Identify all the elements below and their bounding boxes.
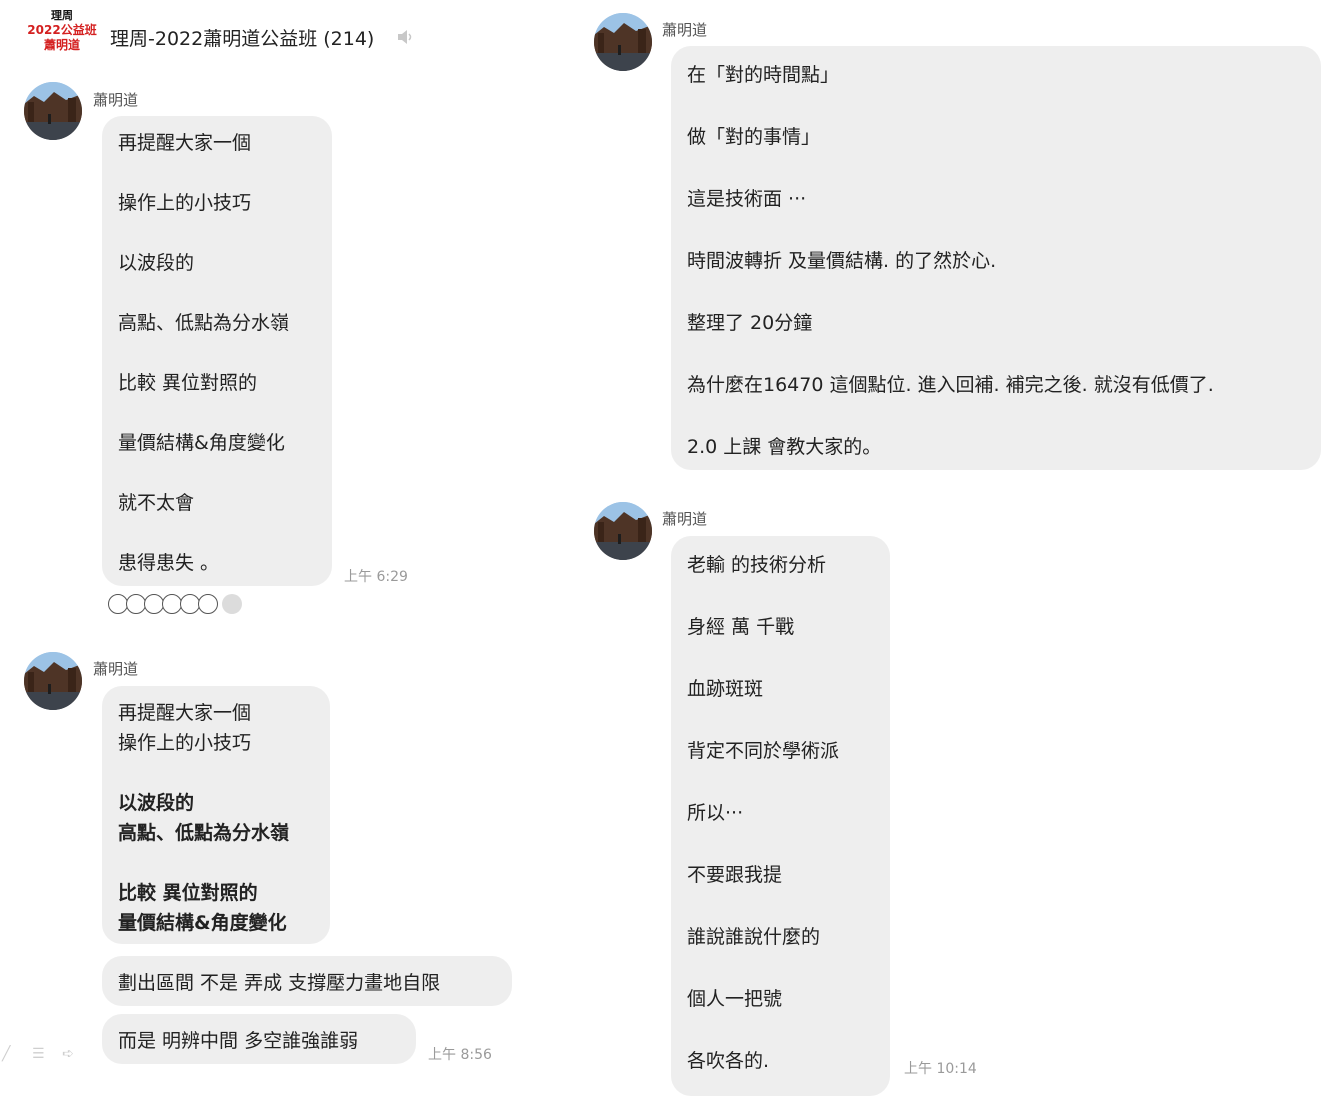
reaction-bar[interactable] [106, 592, 246, 616]
message-line: 在「對的時間點」 [687, 64, 840, 86]
message-line: 再提醒大家一個 [118, 132, 252, 154]
message-line: 背定不同於學術派 [687, 740, 840, 762]
message-line: 比較 異位對照的 [118, 372, 258, 394]
message-line: 誰說誰說什麼的 [687, 926, 821, 948]
sender-name: 蕭明道 [662, 21, 708, 39]
message-line: 高點、低點為分水嶺 [118, 312, 290, 334]
forward-icon[interactable]: ➪ [62, 1046, 74, 1062]
message-line: 整理了 20分鐘 [687, 312, 813, 334]
message-line: 為什麼在16470 這個點位. 進入回補. 補完之後. 就沒有低價了. [687, 374, 1214, 396]
message-line: 操作上的小技巧 [118, 192, 252, 214]
logo-line-1: 理周 [51, 9, 73, 22]
message-bubble[interactable]: 再提醒大家一個 操作上的小技巧 以波段的 高點、低點為分水嶺 比較 異位對照的 … [102, 686, 330, 944]
emoji-reaction-icon[interactable] [198, 594, 218, 614]
message-line: 高點、低點為分水嶺 [118, 822, 290, 844]
sender-name: 蕭明道 [93, 660, 139, 678]
sender-name: 蕭明道 [662, 510, 708, 528]
timestamp: 上午 6:29 [344, 569, 408, 585]
sender-name: 蕭明道 [93, 91, 139, 109]
speaker-icon[interactable] [396, 28, 416, 46]
message-line: 個人一把號 [687, 988, 783, 1010]
message-line: 不要跟我提 [687, 864, 783, 886]
avatar[interactable] [24, 82, 82, 140]
list-icon[interactable]: ☰ [32, 1046, 45, 1062]
message-line: 量價結構&角度變化 [118, 912, 287, 934]
message-line: 以波段的 [118, 252, 195, 274]
group-title[interactable]: 理周-2022蕭明道公益班 (214) [110, 24, 374, 51]
message-bubble[interactable]: 老輸 的技術分析 身經 萬 千戰 血跡斑斑 背定不同於學術派 所以··· 不要跟… [671, 536, 890, 1096]
message-line: 就不太會 [118, 492, 195, 514]
message-bubble[interactable]: 在「對的時間點」 做「對的事情」 這是技術面 ··· 時間波轉折 及量價結構. … [671, 46, 1321, 470]
message-line: 做「對的事情」 [687, 126, 821, 148]
message-line: 比較 異位對照的 [118, 882, 258, 904]
message-line: 量價結構&角度變化 [118, 432, 285, 454]
message-line: 患得患失 。 [118, 552, 220, 574]
group-logo: 理周 2022公益班 蕭明道 [22, 8, 102, 58]
message-line: 身經 萬 千戰 [687, 616, 795, 638]
avatar[interactable] [594, 13, 652, 71]
emoji-reaction-icon[interactable] [126, 594, 146, 614]
message-line: 血跡斑斑 [687, 678, 764, 700]
timestamp: 上午 10:14 [904, 1061, 977, 1077]
message-line: 老輸 的技術分析 [687, 554, 827, 576]
emoji-reaction-icon[interactable] [144, 594, 164, 614]
message-bubble[interactable]: 而是 明辨中間 多空誰強誰弱 [102, 1014, 416, 1064]
message-line: 這是技術面 ··· [687, 188, 807, 210]
message-line: 時間波轉折 及量價結構. 的了然於心. [687, 250, 997, 272]
avatar[interactable] [594, 502, 652, 560]
message-line: 2.0 上課 會教大家的。 [687, 436, 882, 458]
message-bubble[interactable]: 劃出區間 不是 弄成 支撐壓力畫地自限 [102, 956, 512, 1006]
edit-icon[interactable]: ╱ [2, 1046, 10, 1062]
more-reactions-icon[interactable] [222, 594, 242, 614]
message-line: 以波段的 [118, 792, 195, 814]
avatar[interactable] [24, 652, 82, 710]
message-line: 劃出區間 不是 弄成 支撐壓力畫地自限 [118, 972, 441, 994]
logo-line-3: 蕭明道 [43, 38, 80, 52]
emoji-reaction-icon[interactable] [180, 594, 200, 614]
message-bubble[interactable]: 再提醒大家一個 操作上的小技巧 以波段的 高點、低點為分水嶺 比較 異位對照的 … [102, 116, 332, 586]
message-line: 再提醒大家一個 [118, 702, 252, 724]
emoji-reaction-icon[interactable] [108, 594, 128, 614]
message-line: 所以··· [687, 802, 744, 824]
message-line: 操作上的小技巧 [118, 732, 252, 754]
timestamp: 上午 8:56 [428, 1047, 492, 1063]
message-line: 而是 明辨中間 多空誰強誰弱 [118, 1030, 359, 1052]
emoji-reaction-icon[interactable] [162, 594, 182, 614]
logo-line-2: 2022公益班 [27, 23, 97, 37]
